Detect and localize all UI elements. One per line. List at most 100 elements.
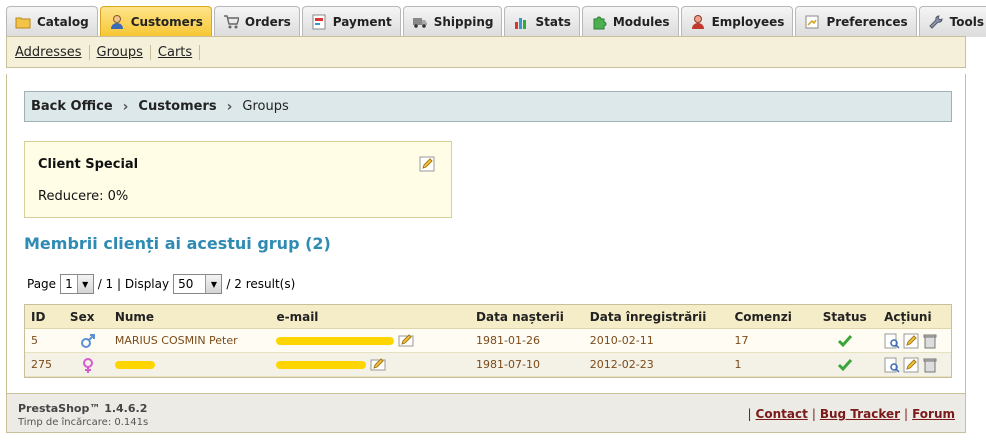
page-select-value: 1 bbox=[65, 277, 73, 291]
load-time: Timp de încărcare: 0.141s bbox=[18, 417, 149, 428]
submenu-addresses[interactable]: Addresses bbox=[15, 44, 90, 60]
male-icon bbox=[80, 333, 95, 348]
view-icon[interactable] bbox=[884, 333, 900, 349]
footer: PrestaShop™ 1.4.6.2 Timp de încărcare: 0… bbox=[6, 393, 966, 433]
col-birth: Data nașterii bbox=[476, 309, 564, 324]
display-select-value: 50 bbox=[178, 277, 194, 291]
employee-icon bbox=[691, 15, 704, 29]
submenu-carts[interactable]: Carts bbox=[151, 44, 201, 60]
edit-group-icon[interactable] bbox=[419, 156, 435, 172]
tab-payment[interactable]: Payment bbox=[301, 6, 401, 37]
main-tabs: Catalog Customers Orders Payment Shippin… bbox=[6, 6, 986, 37]
chevron-down-icon: ▼ bbox=[205, 275, 222, 293]
redacted-email bbox=[276, 360, 367, 369]
tab-label: Stats bbox=[535, 15, 571, 29]
cell-birth: 1981-07-10 bbox=[476, 358, 540, 371]
col-name: Nume bbox=[114, 309, 155, 324]
wrench-icon bbox=[928, 15, 943, 29]
breadcrumb-section[interactable]: Customers bbox=[138, 99, 216, 114]
trash-icon[interactable] bbox=[922, 357, 938, 373]
folder-icon bbox=[15, 17, 31, 29]
email-icon[interactable] bbox=[370, 357, 386, 373]
group-name: Client Special bbox=[38, 157, 139, 172]
tab-orders[interactable]: Orders bbox=[213, 6, 300, 37]
cell-name bbox=[109, 360, 271, 369]
tab-shipping[interactable]: Shipping bbox=[402, 6, 503, 37]
tab-label: Orders bbox=[244, 15, 291, 29]
table-header: ID Sex Nume e-mail Data nașterii Data în… bbox=[25, 305, 951, 329]
submenu-groups[interactable]: Groups bbox=[90, 44, 151, 60]
col-id: ID bbox=[31, 309, 46, 324]
bug-tracker-link[interactable]: Bug Tracker bbox=[820, 407, 900, 421]
chevron-down-icon: ▼ bbox=[76, 275, 93, 293]
check-icon[interactable] bbox=[837, 333, 853, 349]
truck-icon bbox=[412, 18, 427, 28]
result-count-label: / 2 result(s) bbox=[226, 277, 296, 291]
sub-menu: Addresses Groups Carts bbox=[6, 36, 966, 68]
trash-icon[interactable] bbox=[922, 333, 938, 349]
tab-modules[interactable]: Modules bbox=[581, 6, 679, 37]
breadcrumb-current: Groups bbox=[242, 99, 289, 114]
col-status: Status bbox=[822, 309, 867, 324]
edit-icon[interactable] bbox=[903, 333, 919, 349]
email-icon[interactable] bbox=[398, 333, 414, 349]
chevron-right-icon: › bbox=[122, 98, 129, 115]
members-title: Membrii clienți ai acestui grup (2) bbox=[24, 234, 331, 253]
edit-icon[interactable] bbox=[903, 357, 919, 373]
display-count-select[interactable]: 50 ▼ bbox=[173, 274, 223, 294]
cart-icon bbox=[223, 15, 239, 29]
tab-stats[interactable]: Stats bbox=[504, 6, 580, 37]
breadcrumb-root[interactable]: Back Office bbox=[31, 99, 113, 114]
chevron-right-icon: › bbox=[226, 98, 233, 115]
user-icon bbox=[110, 15, 123, 29]
cell-id: 275 bbox=[31, 358, 52, 371]
preferences-icon bbox=[805, 15, 819, 29]
tab-label: Modules bbox=[612, 15, 670, 29]
tab-label: Preferences bbox=[826, 15, 908, 29]
check-icon[interactable] bbox=[837, 357, 853, 373]
col-registration: Data înregistrării bbox=[589, 309, 707, 324]
forum-link[interactable]: Forum bbox=[912, 407, 955, 421]
page-label: Page bbox=[27, 277, 57, 291]
tab-label: Shipping bbox=[433, 15, 494, 29]
tab-customers[interactable]: Customers bbox=[99, 6, 212, 37]
table-row[interactable]: 5 MARIUS COSMIN Peter 1981-01-26 2010-02… bbox=[25, 329, 951, 353]
contact-link[interactable]: Contact bbox=[756, 407, 808, 421]
breadcrumb: Back Office › Customers › Groups bbox=[24, 91, 952, 122]
page-count-label: / 1 | Display bbox=[97, 277, 170, 291]
col-email: e-mail bbox=[276, 309, 319, 324]
pagination: Page 1 ▼ / 1 | Display 50 ▼ / 2 result(s… bbox=[27, 274, 295, 294]
tab-label: Customers bbox=[130, 15, 203, 29]
col-actions: Acțiuni bbox=[884, 309, 932, 324]
tab-label: Employees bbox=[711, 15, 785, 29]
main-content: Back Office › Customers › Groups Client … bbox=[6, 74, 966, 394]
view-icon[interactable] bbox=[884, 357, 900, 373]
group-discount: Reducere: 0% bbox=[38, 189, 129, 204]
redacted-email bbox=[276, 336, 395, 345]
tab-label: Catalog bbox=[37, 15, 89, 29]
cell-birth: 1981-01-26 bbox=[476, 334, 540, 347]
col-sex: Sex bbox=[69, 309, 95, 324]
group-info-box: Client Special Reducere: 0% bbox=[24, 141, 452, 218]
table-row[interactable]: 275 1981-07-10 2012-02-23 1 bbox=[25, 353, 951, 377]
tab-label: Tools bbox=[949, 15, 985, 29]
tab-catalog[interactable]: Catalog bbox=[6, 6, 98, 37]
tab-tools[interactable]: Tools bbox=[918, 6, 986, 37]
tab-employees[interactable]: Employees bbox=[680, 6, 794, 37]
cell-orders: 1 bbox=[734, 358, 742, 371]
members-table: ID Sex Nume e-mail Data nașterii Data în… bbox=[24, 304, 952, 378]
chart-icon bbox=[515, 18, 527, 29]
redacted-name bbox=[114, 360, 155, 369]
cell-registration: 2012-02-23 bbox=[589, 358, 654, 371]
cell-id: 5 bbox=[31, 334, 38, 347]
cell-email bbox=[270, 357, 470, 373]
cell-registration: 2010-02-11 bbox=[589, 334, 654, 347]
col-orders: Comenzi bbox=[734, 309, 792, 324]
tab-label: Payment bbox=[332, 15, 392, 29]
version-label: PrestaShop™ 1.4.6.2 bbox=[18, 402, 148, 415]
female-icon bbox=[82, 357, 93, 373]
page-select[interactable]: 1 ▼ bbox=[60, 274, 94, 294]
tab-preferences[interactable]: Preferences bbox=[795, 6, 917, 37]
puzzle-icon bbox=[593, 16, 607, 30]
cell-name: MARIUS COSMIN Peter bbox=[114, 334, 238, 347]
